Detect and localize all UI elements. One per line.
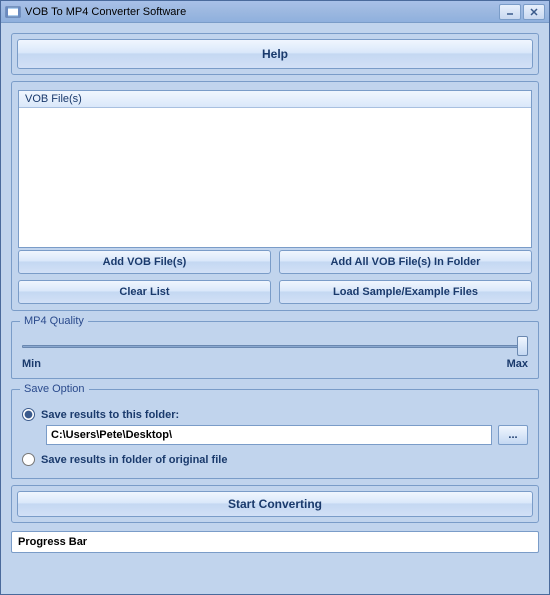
vob-file-list[interactable]: VOB File(s) bbox=[18, 90, 532, 248]
save-title: Save Option bbox=[20, 383, 89, 395]
files-panel: VOB File(s) Add VOB File(s) Add All VOB … bbox=[11, 81, 539, 311]
clear-list-button[interactable]: Clear List bbox=[18, 280, 271, 304]
save-option-group: Save Option Save results to this folder:… bbox=[11, 389, 539, 479]
close-button[interactable] bbox=[523, 4, 545, 20]
help-button[interactable]: Help bbox=[17, 39, 533, 69]
list-header: VOB File(s) bbox=[19, 91, 531, 108]
progress-bar: Progress Bar bbox=[11, 531, 539, 553]
browse-button[interactable]: ... bbox=[498, 425, 528, 445]
help-panel: Help bbox=[11, 33, 539, 75]
start-panel: Start Converting bbox=[11, 485, 539, 523]
slider-track bbox=[22, 345, 528, 348]
window-title: VOB To MP4 Converter Software bbox=[25, 6, 497, 18]
save-original-folder-label: Save results in folder of original file bbox=[41, 454, 227, 466]
save-path-input[interactable] bbox=[46, 425, 492, 445]
save-to-folder-label: Save results to this folder: bbox=[41, 409, 179, 421]
quality-title: MP4 Quality bbox=[20, 315, 88, 327]
app-icon bbox=[5, 4, 21, 20]
add-vob-files-button[interactable]: Add VOB File(s) bbox=[18, 250, 271, 274]
main-window: VOB To MP4 Converter Software Help VOB F… bbox=[0, 0, 550, 595]
client-area: Help VOB File(s) Add VOB File(s) Add All… bbox=[1, 23, 549, 594]
save-original-folder-radio[interactable] bbox=[22, 453, 35, 466]
titlebar: VOB To MP4 Converter Software bbox=[1, 1, 549, 23]
progress-label: Progress Bar bbox=[18, 536, 87, 548]
slider-thumb[interactable] bbox=[517, 336, 528, 356]
quality-max-label: Max bbox=[507, 358, 528, 370]
load-sample-button[interactable]: Load Sample/Example Files bbox=[279, 280, 532, 304]
minimize-button[interactable] bbox=[499, 4, 521, 20]
save-to-folder-radio[interactable] bbox=[22, 408, 35, 421]
add-all-vob-folder-button[interactable]: Add All VOB File(s) In Folder bbox=[279, 250, 532, 274]
quality-slider[interactable] bbox=[22, 336, 528, 356]
start-converting-button[interactable]: Start Converting bbox=[17, 491, 533, 517]
mp4-quality-group: MP4 Quality Min Max bbox=[11, 321, 539, 379]
quality-min-label: Min bbox=[22, 358, 41, 370]
